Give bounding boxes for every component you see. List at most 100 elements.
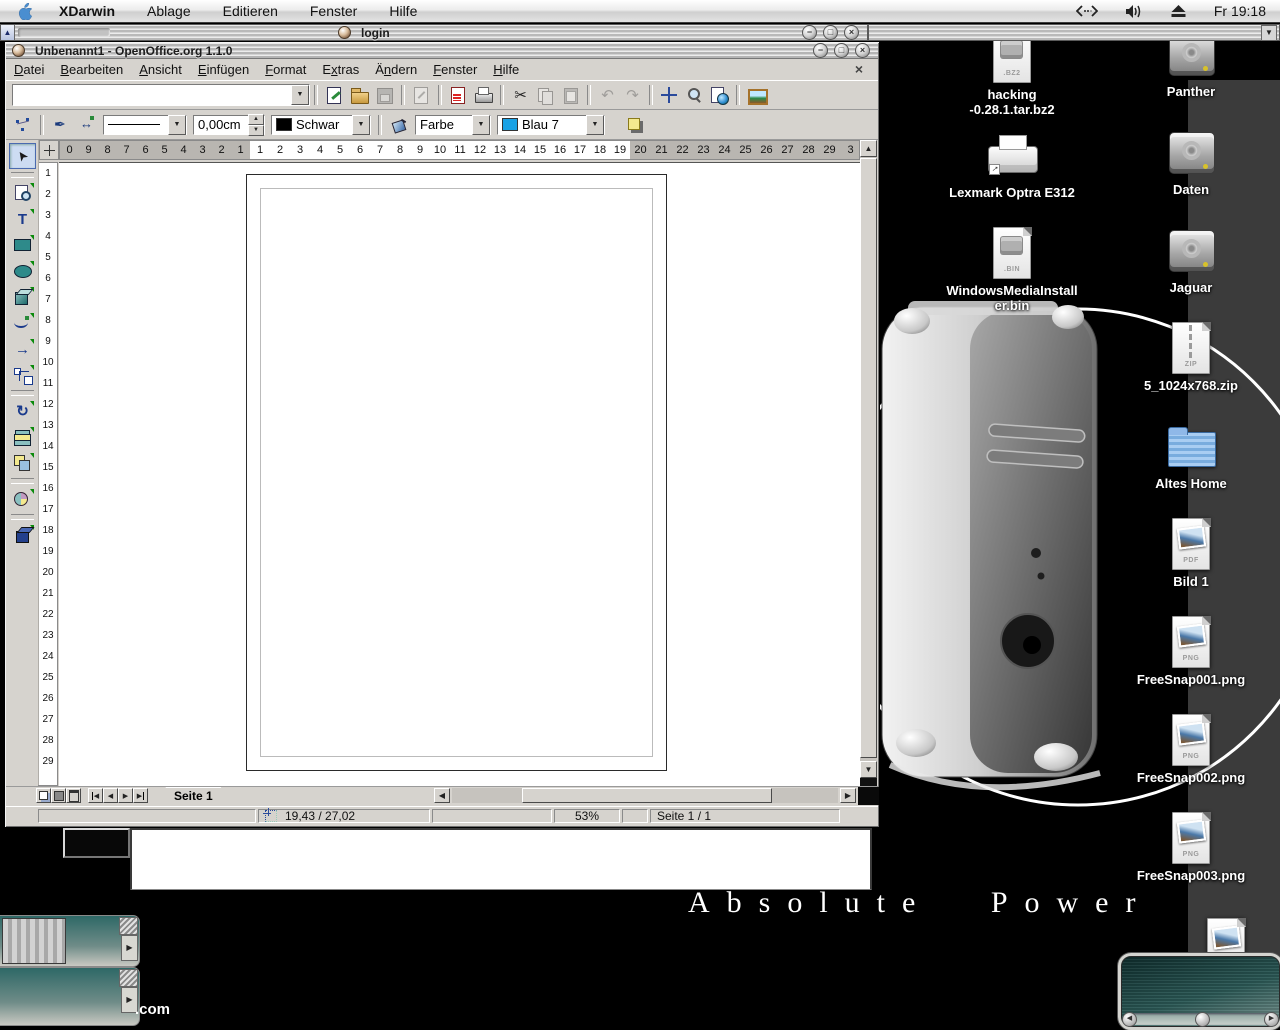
arrow-ends-icon[interactable] [76, 114, 98, 136]
rect-tool-icon[interactable] [10, 233, 35, 257]
line-width-spinner[interactable]: 0,00cm ▲▼ [193, 115, 265, 135]
close-button[interactable]: × [844, 25, 859, 40]
align-tool-icon[interactable] [10, 425, 35, 449]
pen-icon[interactable] [50, 114, 72, 136]
teal-metal-window[interactable]: ◀ ▶ [1118, 953, 1280, 1030]
undo-icon[interactable] [596, 84, 619, 107]
dropdown-arrow-icon[interactable]: ▼ [352, 115, 370, 135]
desktop-icon-freesnap001[interactable]: PNG↗ FreeSnap001.png [1131, 615, 1251, 713]
sep[interactable] [11, 514, 34, 520]
layer-view-icon[interactable] [66, 788, 81, 803]
fill-style-select[interactable]: Farbe ▼ [415, 115, 491, 135]
collapsed-window-strip[interactable]: ▼ [868, 24, 1280, 41]
scroll-right-icon[interactable]: ▶ [1264, 1012, 1279, 1027]
menubar-item-ablage[interactable]: Ablage [147, 3, 191, 19]
menu-item[interactable]: Ansicht [131, 60, 190, 79]
dropdown-arrow-icon[interactable]: ▼ [586, 115, 604, 135]
rotate-tool-icon[interactable] [10, 399, 35, 423]
desktop-icon-bild1[interactable]: PDF↗ Bild 1 [1131, 517, 1251, 615]
sep[interactable] [649, 85, 653, 105]
menubar-clock[interactable]: Fr 19:18 [1214, 3, 1266, 19]
edit-file-icon[interactable] [410, 84, 433, 107]
export-pdf-icon[interactable] [447, 84, 470, 107]
select-tool-icon[interactable] [9, 143, 36, 169]
gallery-icon[interactable] [745, 84, 768, 107]
sep[interactable] [401, 85, 405, 105]
shadow-icon[interactable] [624, 114, 646, 136]
dropdown-arrow-icon[interactable]: ▼ [472, 115, 490, 135]
horizontal-scrollbar-thumb[interactable] [522, 788, 772, 803]
desktop-icon-panther[interactable]: ↗ Panther [1131, 27, 1251, 125]
spin-up-icon[interactable]: ▲ [248, 114, 264, 125]
horizontal-scrollbar[interactable] [452, 788, 838, 803]
connector-tool-icon[interactable] [10, 363, 35, 387]
shade-up-arrow-icon[interactable]: ▲ [1, 25, 15, 40]
menu-item[interactable]: Ändern [367, 60, 425, 79]
sep[interactable] [11, 172, 34, 178]
first-page-icon[interactable] [88, 788, 103, 803]
scroll-up-icon[interactable]: ▲ [860, 140, 877, 157]
desktop-icon-altes-home[interactable]: ↗ Altes Home [1131, 419, 1251, 517]
menu-item[interactable]: Einfügen [190, 60, 257, 79]
menu-item[interactable]: Hilfe [485, 60, 527, 79]
line-tool-icon[interactable] [10, 337, 35, 361]
curve-tool-icon[interactable] [10, 311, 35, 335]
teal-scrollbar-thumb[interactable] [1195, 1012, 1210, 1027]
menubar-item-fenster[interactable]: Fenster [310, 3, 357, 19]
menu-item[interactable]: Datei [6, 60, 52, 79]
apple-logo-icon[interactable] [18, 3, 33, 20]
sep[interactable] [11, 390, 34, 396]
status-page-cell[interactable]: Seite 1 / 1 [650, 809, 840, 823]
desktop-icon-lexmark[interactable]: ↗ Lexmark Optra E312 [952, 128, 1072, 226]
desktop-icon-windowsmedia[interactable]: .BIN↗ WindowsMediaInstall er.bin [952, 226, 1072, 324]
desktop-icon-freesnap002[interactable]: PNG↗ FreeSnap002.png [1131, 713, 1251, 811]
teal-window-fragment-2[interactable]: ▶ [0, 967, 140, 1026]
scroll-down-icon[interactable]: ▼ [860, 761, 877, 778]
load-url-combobox[interactable]: ▼ [12, 84, 310, 106]
sep[interactable] [587, 85, 591, 105]
desktop-icon-zip[interactable]: ZIP↗ 5_1024x768.zip [1131, 321, 1251, 419]
maximize-button[interactable]: □ [834, 43, 849, 58]
scroll-right-icon[interactable]: ▶ [121, 935, 138, 961]
menubar-item-hilfe[interactable]: Hilfe [389, 3, 417, 19]
text-tool-icon[interactable] [10, 207, 35, 231]
menu-item[interactable]: Fenster [425, 60, 485, 79]
spin-down-icon[interactable]: ▼ [248, 125, 264, 136]
eject-icon[interactable] [1171, 5, 1186, 17]
last-page-icon[interactable] [133, 788, 148, 803]
window-menu-orb-icon[interactable] [12, 44, 25, 57]
window-menu-orb-icon[interactable] [338, 26, 351, 39]
menubar-item-xdarwin[interactable]: XDarwin [59, 3, 115, 19]
sep[interactable] [438, 85, 442, 105]
controller3d-tool-icon[interactable] [10, 523, 35, 547]
arrange-tool-icon[interactable] [10, 451, 35, 475]
strip-collapse-icon[interactable]: ▼ [1261, 25, 1277, 41]
sep[interactable] [500, 85, 504, 105]
desktop-icon-hacking[interactable]: .BZ2↗ hacking -0.28.1.tar.bz2 [952, 30, 1072, 128]
next-page-icon[interactable] [118, 788, 133, 803]
redo-icon[interactable] [621, 84, 644, 107]
resize-grip-icon[interactable] [119, 917, 138, 935]
menu-item[interactable]: Format [257, 60, 314, 79]
master-view-icon[interactable] [51, 788, 66, 803]
page-view-icon[interactable] [36, 788, 51, 803]
close-button[interactable]: × [855, 43, 870, 58]
vertical-scrollbar-thumb[interactable] [860, 158, 877, 758]
line-style-select[interactable]: ▼ [103, 115, 187, 135]
object3d-tool-icon[interactable] [10, 285, 35, 309]
background-white-window[interactable] [130, 828, 872, 890]
resize-grip-icon[interactable] [119, 969, 138, 987]
save-icon[interactable] [373, 84, 396, 107]
ruler-origin-box[interactable] [39, 140, 59, 160]
print-icon[interactable] [472, 84, 495, 107]
drawing-canvas[interactable] [59, 162, 860, 787]
edit-points-icon[interactable] [12, 114, 34, 136]
dropdown-arrow-icon[interactable]: ▼ [168, 115, 186, 135]
paste-icon[interactable] [559, 84, 582, 107]
volume-icon[interactable] [1126, 5, 1143, 18]
effects-tool-icon[interactable] [10, 487, 35, 511]
document-close-icon[interactable]: × [855, 61, 863, 77]
desktop-icon-jaguar[interactable]: ↗ Jaguar [1131, 223, 1251, 321]
line-color-select[interactable]: Schwar ▼ [271, 115, 371, 135]
new-doc-icon[interactable] [323, 84, 346, 107]
